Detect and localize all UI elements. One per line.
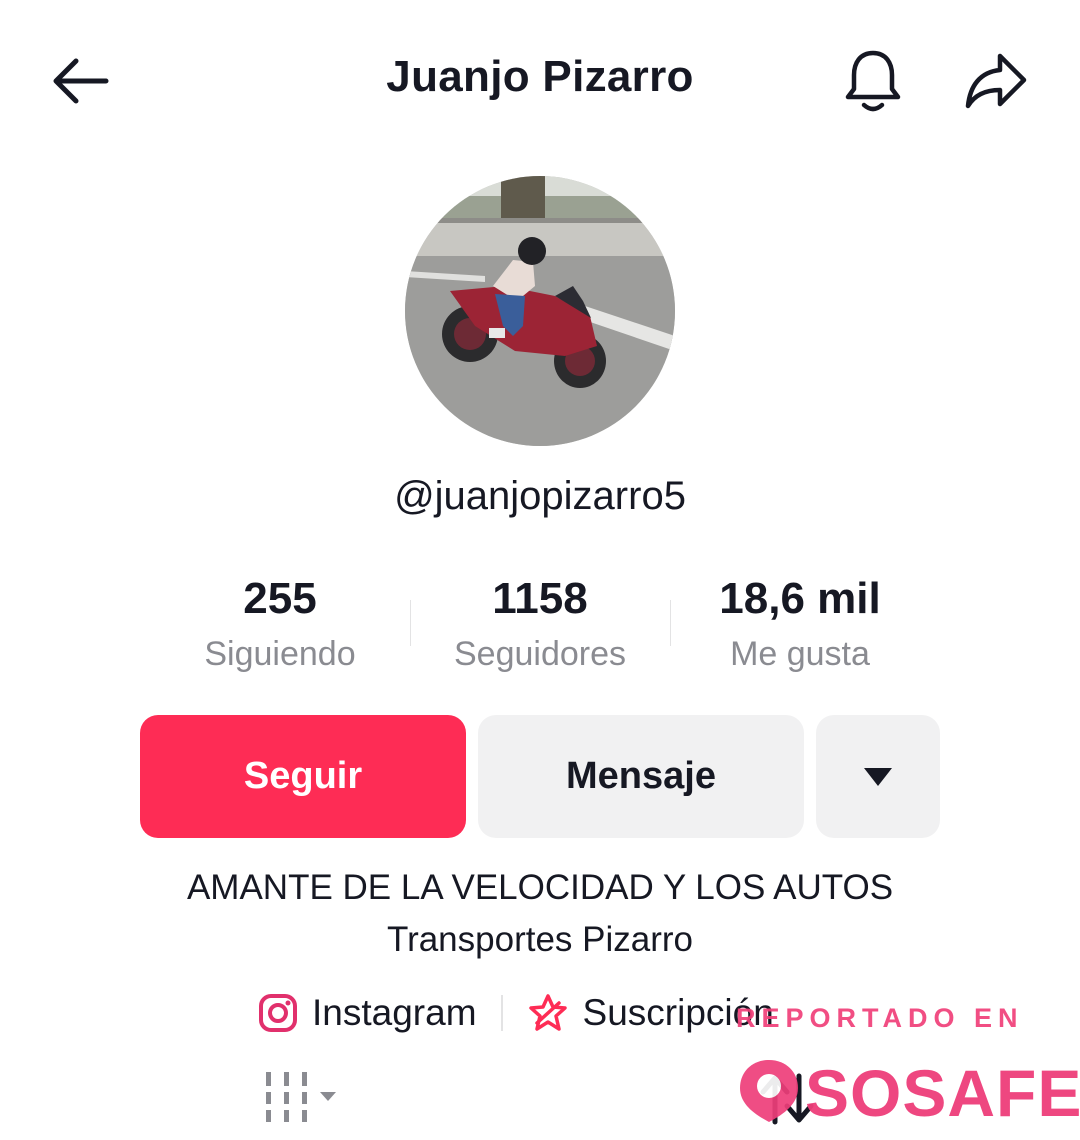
grid-icon xyxy=(266,1072,336,1122)
instagram-icon xyxy=(259,994,297,1032)
watermark-logo: SOSAFE xyxy=(805,1056,1080,1130)
caret-down-icon xyxy=(864,767,892,786)
instagram-link[interactable]: Instagram xyxy=(258,992,477,1034)
avatar[interactable] xyxy=(405,176,675,446)
follow-button[interactable]: Seguir xyxy=(140,715,466,838)
more-options-button[interactable] xyxy=(816,715,940,838)
share-icon xyxy=(965,53,1027,109)
profile-links: Instagram Suscripción xyxy=(258,990,774,1036)
motorcycle-rider-photo xyxy=(405,176,675,446)
stat-likes-value: 18,6 mil xyxy=(719,574,881,623)
bio-line-2: Transportes Pizarro xyxy=(386,920,694,959)
bio-line-1: AMANTE DE LA VELOCIDAD Y LOS AUTOS xyxy=(186,868,894,907)
watermark-caption: REPORTADO EN xyxy=(736,1003,1024,1033)
videos-tab[interactable] xyxy=(258,1066,348,1126)
link-divider xyxy=(500,995,503,1031)
stat-likes-label: Me gusta xyxy=(730,635,870,673)
stat-followers-label: Seguidores xyxy=(453,635,626,673)
instagram-link-label: Instagram xyxy=(312,992,477,1033)
page-title: Juanjo Pizarro xyxy=(386,52,694,101)
stat-following-label: Siguiendo xyxy=(204,635,356,673)
bell-icon xyxy=(845,50,901,112)
message-button[interactable]: Mensaje xyxy=(478,715,804,838)
username: @juanjopizarro5 xyxy=(394,474,686,518)
pin-logo-icon xyxy=(740,1060,798,1122)
stat-following-value: 255 xyxy=(243,574,317,623)
share-button[interactable] xyxy=(956,44,1036,118)
stat-followers-value: 1158 xyxy=(492,574,588,623)
star-badge-icon xyxy=(528,994,567,1031)
stat-followers[interactable]: 1158 Seguidores xyxy=(410,574,670,674)
stat-following[interactable]: 255 Siguiendo xyxy=(150,574,410,674)
stat-likes[interactable]: 18,6 mil Me gusta xyxy=(670,574,930,674)
notifications-button[interactable] xyxy=(836,44,910,118)
